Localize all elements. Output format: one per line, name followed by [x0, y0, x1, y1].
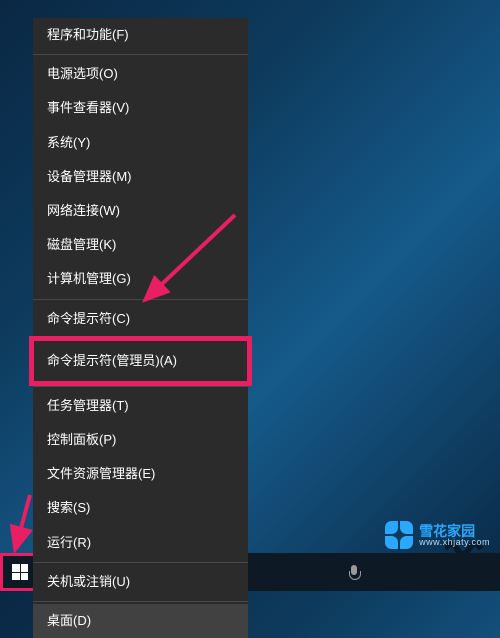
menu-item-disk-management[interactable]: 磁盘管理(K): [33, 228, 248, 262]
menu-label: 电源选项(O): [47, 66, 118, 81]
menu-label: 磁盘管理(K): [47, 237, 116, 252]
menu-separator: [33, 386, 248, 387]
menu-item-control-panel[interactable]: 控制面板(P): [33, 423, 248, 457]
menu-item-command-prompt[interactable]: 命令提示符(C): [33, 302, 248, 336]
microphone-icon[interactable]: [348, 565, 360, 581]
menu-separator: [33, 54, 248, 55]
menu-label: 程序和功能(F): [47, 27, 129, 42]
menu-label: 运行(R): [47, 535, 91, 550]
menu-item-network-connections[interactable]: 网络连接(W): [33, 194, 248, 228]
menu-label: 桌面(D): [47, 613, 91, 628]
menu-item-file-explorer[interactable]: 文件资源管理器(E): [33, 457, 248, 491]
menu-label: 计算机管理(G): [47, 271, 131, 286]
menu-item-search[interactable]: 搜索(S): [33, 491, 248, 525]
winx-context-menu: 程序和功能(F) 电源选项(O) 事件查看器(V) 系统(Y) 设备管理器(M)…: [33, 18, 248, 638]
menu-item-power-options[interactable]: 电源选项(O): [33, 57, 248, 91]
windows-logo-icon: [12, 564, 28, 580]
menu-item-event-viewer[interactable]: 事件查看器(V): [33, 91, 248, 125]
menu-separator: [33, 299, 248, 300]
watermark-text: 雪花家园 www.xhjaty.com: [419, 524, 490, 547]
menu-label: 事件查看器(V): [47, 100, 129, 115]
menu-item-computer-management[interactable]: 计算机管理(G): [33, 262, 248, 296]
menu-item-command-prompt-admin[interactable]: 命令提示符(管理员)(A): [33, 340, 248, 382]
menu-item-system[interactable]: 系统(Y): [33, 126, 248, 160]
watermark-url: www.xhjaty.com: [419, 538, 490, 547]
watermark: 雪花家园 www.xhjaty.com: [385, 521, 490, 549]
watermark-logo-icon: [385, 521, 413, 549]
menu-label: 设备管理器(M): [47, 169, 132, 184]
menu-label: 网络连接(W): [47, 203, 120, 218]
menu-item-programs-features[interactable]: 程序和功能(F): [33, 18, 248, 52]
menu-item-shutdown-signout[interactable]: 关机或注销(U): [33, 565, 248, 599]
menu-item-task-manager[interactable]: 任务管理器(T): [33, 389, 248, 423]
menu-separator: [33, 562, 248, 563]
menu-label: 文件资源管理器(E): [47, 466, 155, 481]
menu-item-device-manager[interactable]: 设备管理器(M): [33, 160, 248, 194]
menu-item-desktop[interactable]: 桌面(D): [33, 604, 248, 638]
menu-label: 关机或注销(U): [47, 574, 130, 589]
menu-label: 命令提示符(C): [47, 311, 130, 326]
menu-label: 搜索(S): [47, 500, 90, 515]
menu-label: 控制面板(P): [47, 432, 116, 447]
menu-label: 系统(Y): [47, 135, 90, 150]
menu-item-run[interactable]: 运行(R): [33, 526, 248, 560]
menu-separator: [33, 601, 248, 602]
menu-label: 命令提示符(管理员)(A): [47, 353, 177, 368]
menu-label: 任务管理器(T): [47, 398, 129, 413]
watermark-title: 雪花家园: [419, 524, 490, 538]
